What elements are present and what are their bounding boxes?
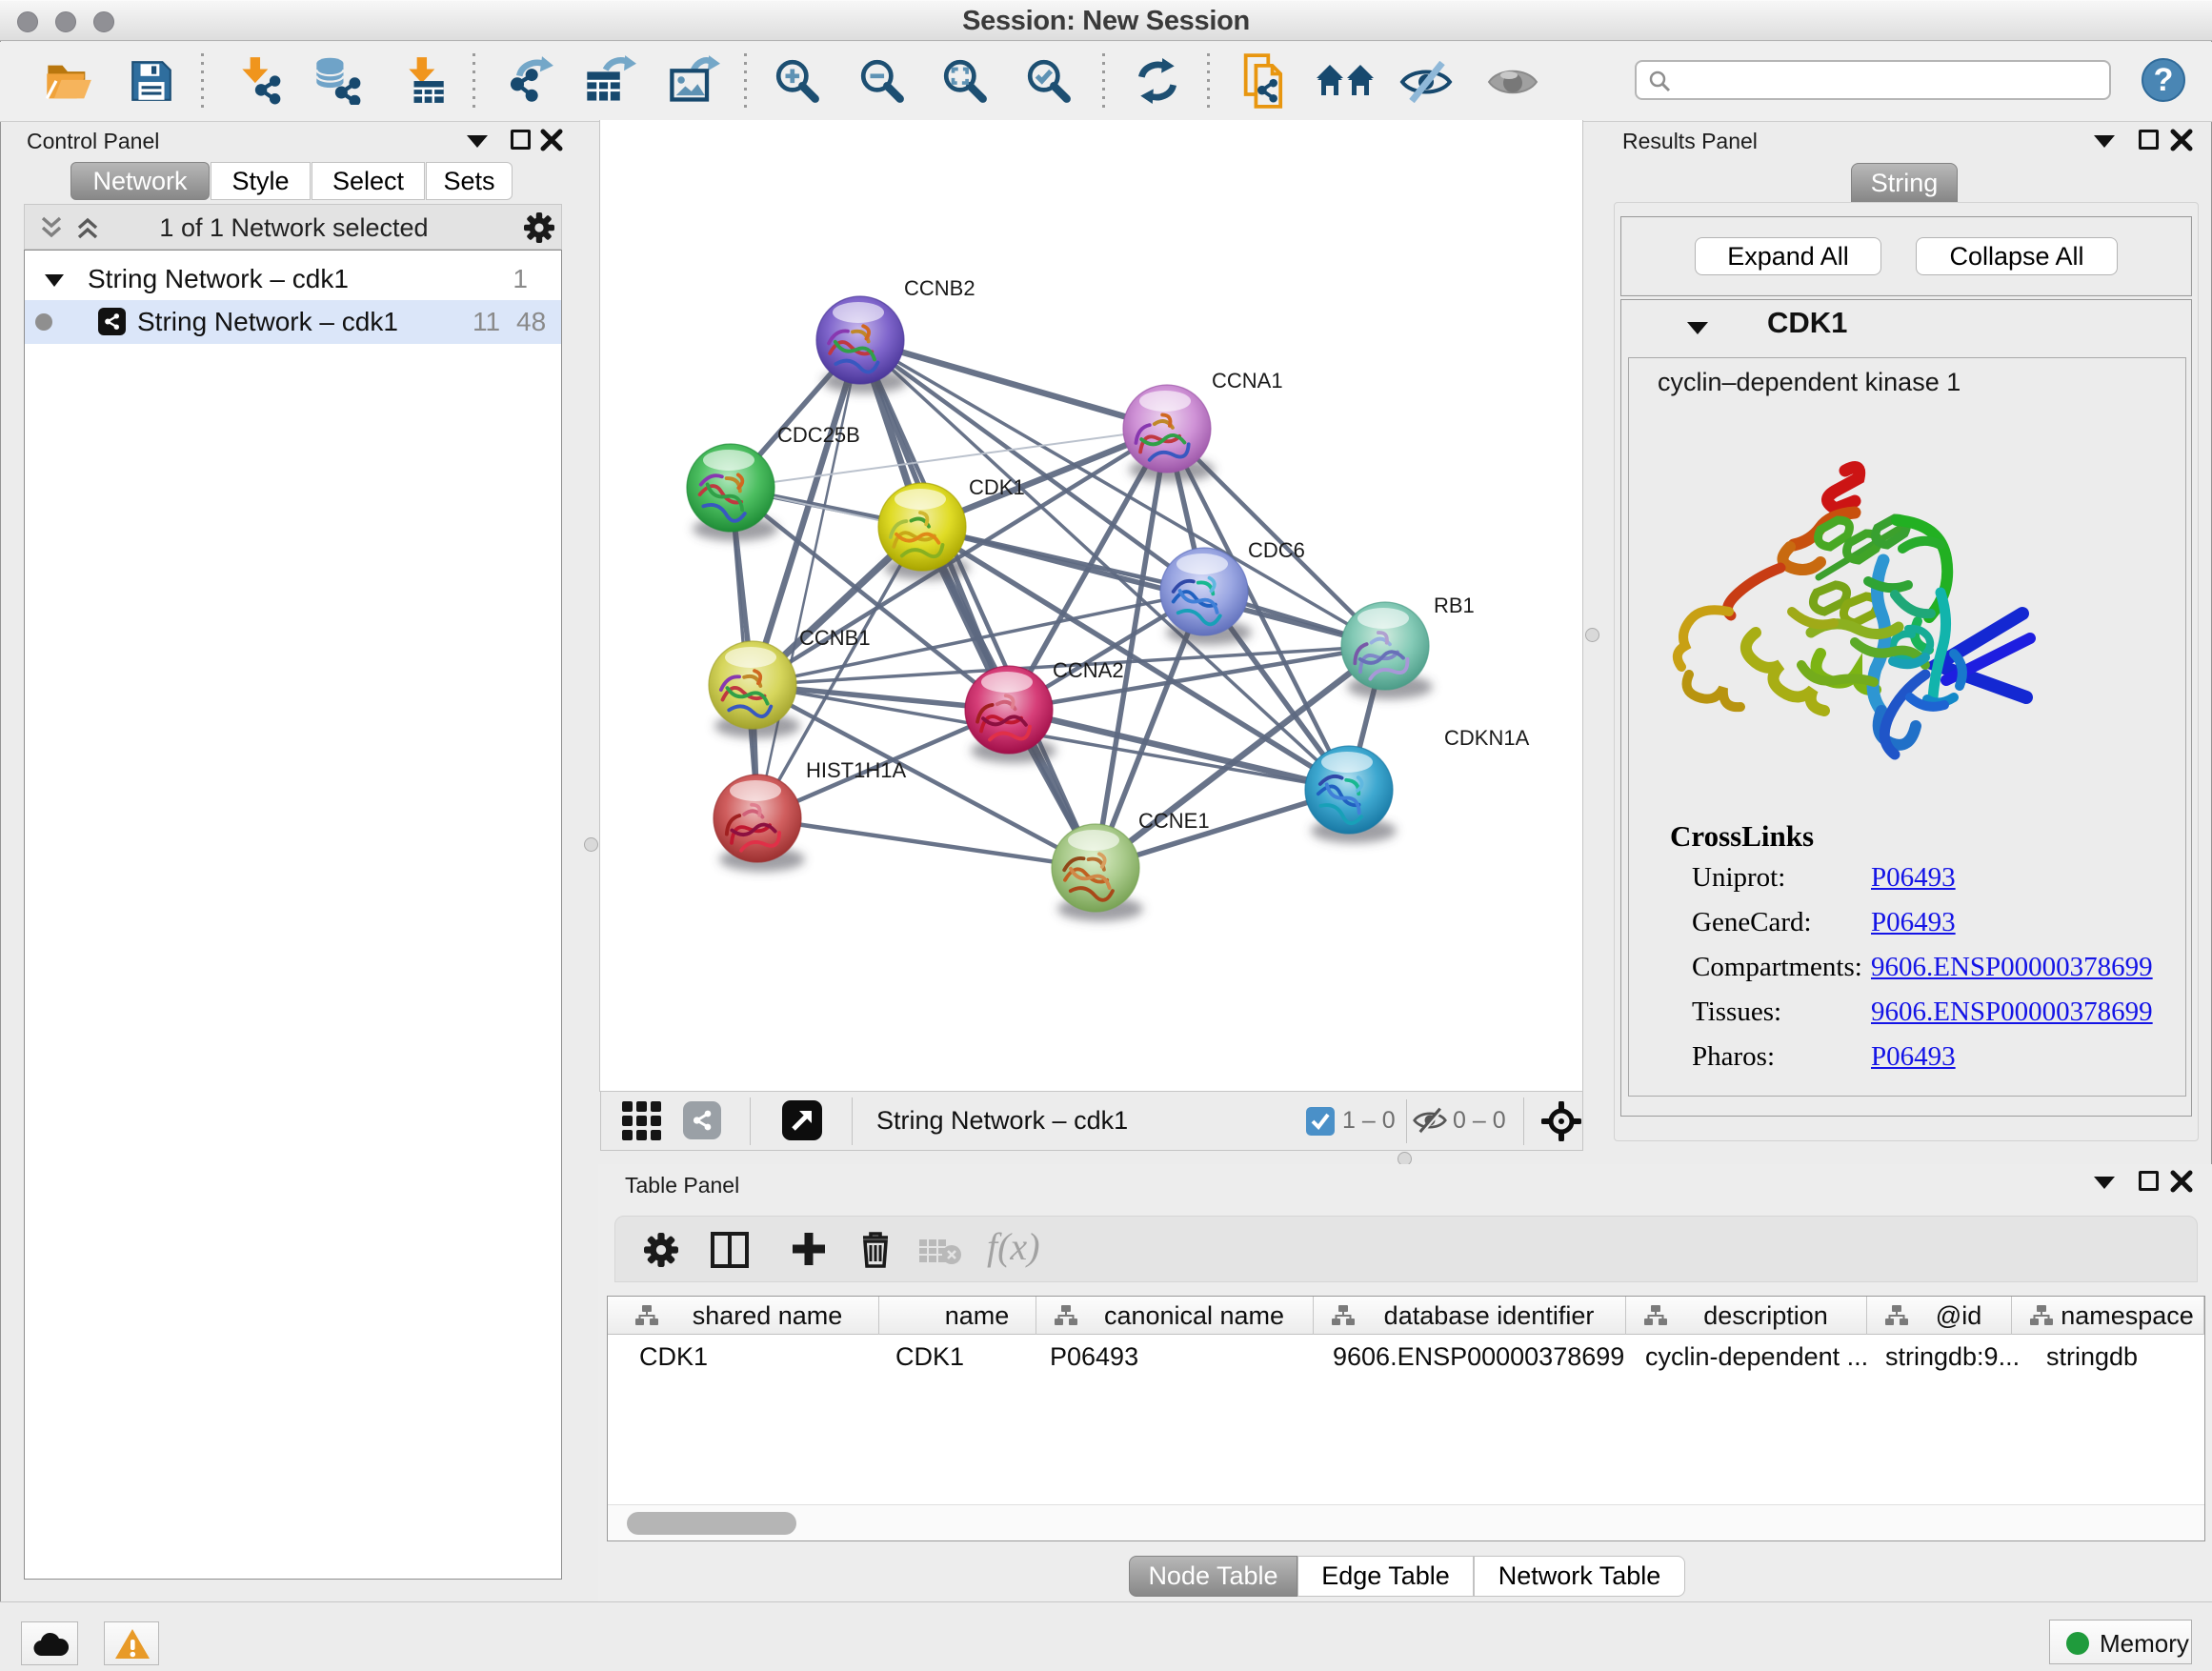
svg-text:RB1: RB1 <box>1434 594 1475 617</box>
svg-text:CDK1: CDK1 <box>969 475 1025 499</box>
svg-text:CCNA1: CCNA1 <box>1212 369 1283 393</box>
svg-text:CDC25B: CDC25B <box>777 423 860 447</box>
svg-text:CCNE1: CCNE1 <box>1138 809 1210 833</box>
svg-text:CCNB2: CCNB2 <box>904 276 975 300</box>
svg-text:CDC6: CDC6 <box>1248 538 1305 562</box>
svg-text:CCNB1: CCNB1 <box>799 626 871 650</box>
svg-text:HIST1H1A: HIST1H1A <box>806 758 906 782</box>
svg-text:CDKN1A: CDKN1A <box>1444 726 1530 750</box>
svg-text:CCNA2: CCNA2 <box>1053 658 1124 682</box>
